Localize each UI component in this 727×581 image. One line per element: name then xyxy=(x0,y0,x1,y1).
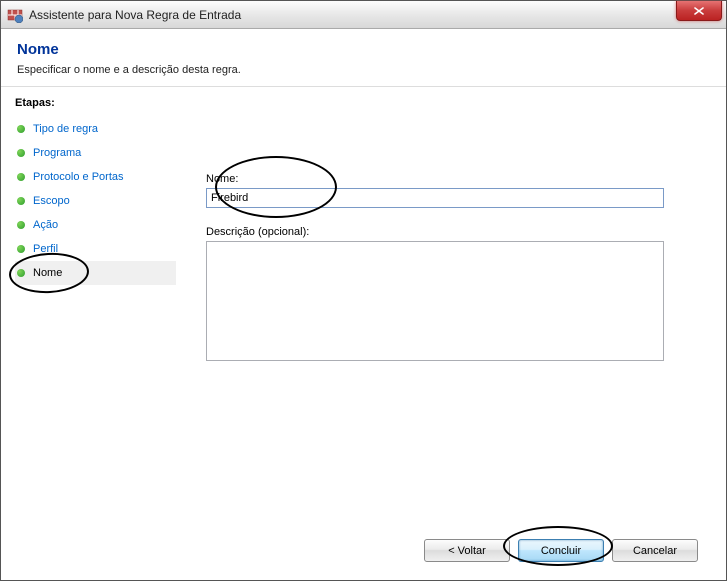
finish-button[interactable]: Concluir xyxy=(518,539,604,562)
step-acao[interactable]: Ação xyxy=(15,213,176,237)
bullet-icon xyxy=(17,245,25,253)
page-subtitle: Especificar o nome e a descrição desta r… xyxy=(17,64,710,76)
step-nome[interactable]: Nome xyxy=(15,261,176,285)
name-label: Nome: xyxy=(206,173,698,185)
page-title: Nome xyxy=(17,41,710,58)
sidebar-title: Etapas: xyxy=(15,97,176,109)
header-section: Nome Especificar o nome e a descrição de… xyxy=(1,29,726,87)
bullet-icon xyxy=(17,269,25,277)
cancel-button[interactable]: Cancelar xyxy=(612,539,698,562)
step-perfil[interactable]: Perfil xyxy=(15,237,176,261)
step-label: Ação xyxy=(33,219,58,231)
bullet-icon xyxy=(17,149,25,157)
step-tipo-de-regra[interactable]: Tipo de regra xyxy=(15,117,176,141)
button-row: < Voltar Concluir Cancelar xyxy=(424,539,698,562)
description-textarea[interactable] xyxy=(206,241,664,361)
step-programa[interactable]: Programa xyxy=(15,141,176,165)
close-button[interactable] xyxy=(676,1,722,21)
content-pane: Nome: Descrição (opcional): < Voltar Con… xyxy=(176,87,726,580)
step-label: Protocolo e Portas xyxy=(33,171,124,183)
description-label: Descrição (opcional): xyxy=(206,226,698,238)
step-label: Perfil xyxy=(33,243,58,255)
step-label: Programa xyxy=(33,147,81,159)
name-input[interactable] xyxy=(206,188,664,208)
bullet-icon xyxy=(17,125,25,133)
bullet-icon xyxy=(17,197,25,205)
sidebar: Etapas: Tipo de regra Programa Protocolo… xyxy=(1,87,176,580)
titlebar: Assistente para Nova Regra de Entrada xyxy=(1,1,726,29)
step-protocolo-e-portas[interactable]: Protocolo e Portas xyxy=(15,165,176,189)
back-button[interactable]: < Voltar xyxy=(424,539,510,562)
step-label: Escopo xyxy=(33,195,70,207)
bullet-icon xyxy=(17,221,25,229)
step-label: Nome xyxy=(33,267,62,279)
step-list: Tipo de regra Programa Protocolo e Porta… xyxy=(15,117,176,285)
bullet-icon xyxy=(17,173,25,181)
body-section: Etapas: Tipo de regra Programa Protocolo… xyxy=(1,87,726,580)
close-icon xyxy=(694,7,704,15)
form-area: Nome: Descrição (opcional): xyxy=(206,97,698,364)
window-title: Assistente para Nova Regra de Entrada xyxy=(29,8,241,22)
firewall-icon xyxy=(7,7,23,23)
step-label: Tipo de regra xyxy=(33,123,98,135)
step-escopo[interactable]: Escopo xyxy=(15,189,176,213)
